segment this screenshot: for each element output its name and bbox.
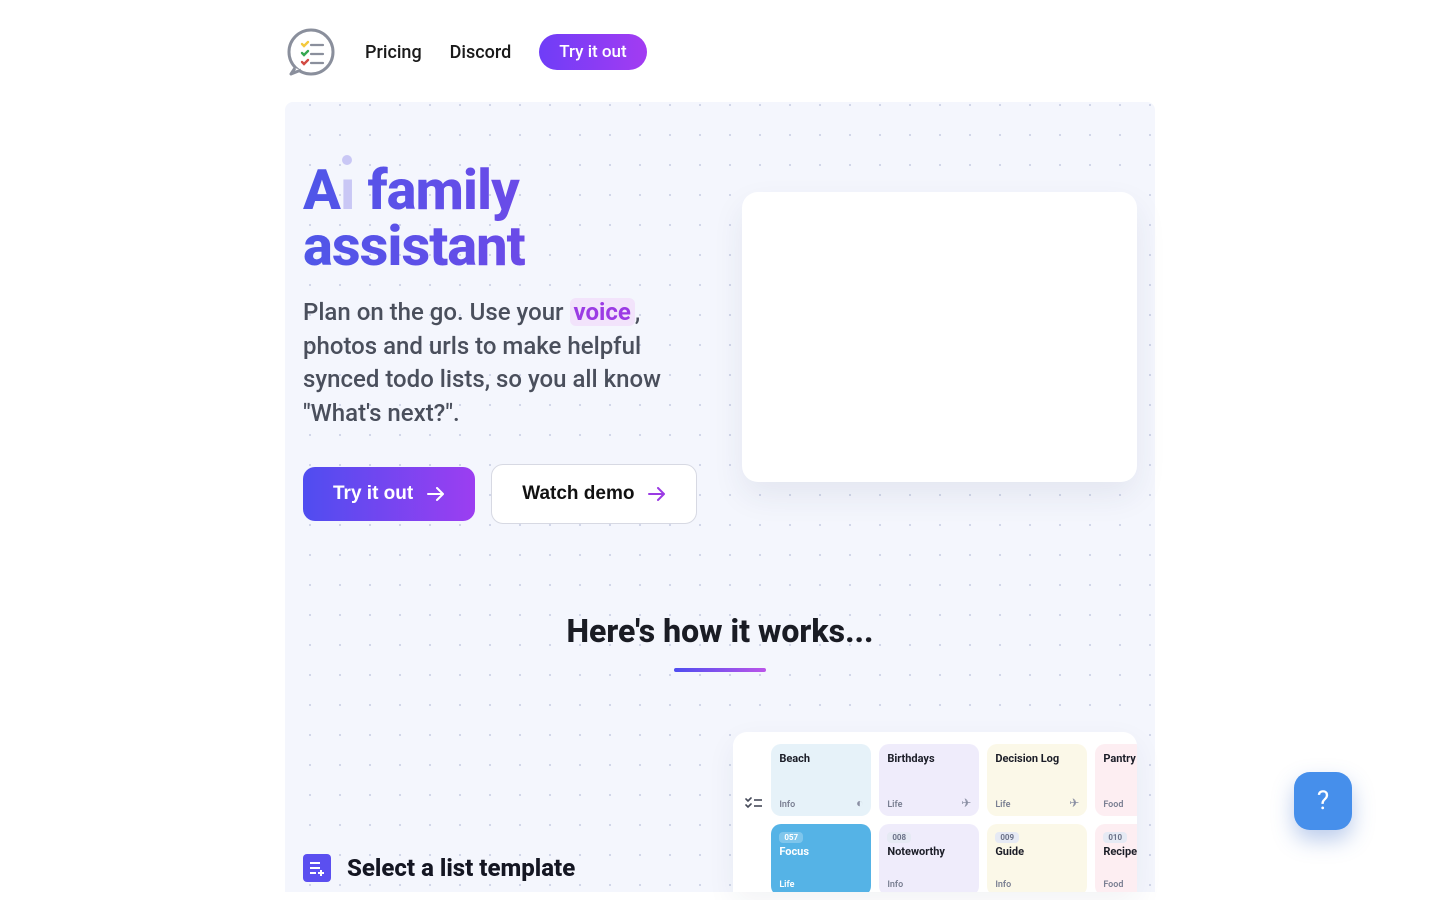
- checklist-icon: [745, 744, 763, 892]
- template-badge: 057: [779, 832, 803, 843]
- template-card[interactable]: 010 Recipe Food: [1095, 824, 1137, 892]
- nav-discord[interactable]: Discord: [450, 42, 512, 63]
- arrow-right-icon: [427, 487, 445, 501]
- hero-title-i: ı: [340, 157, 355, 223]
- template-category: Life: [887, 800, 902, 810]
- arrow-right-icon: [648, 487, 666, 501]
- template-category: Info: [779, 800, 795, 810]
- template-card[interactable]: 009 Guide Info: [987, 824, 1087, 892]
- step-1-title: Select a list template: [347, 854, 575, 882]
- watch-demo-label: Watch demo: [522, 483, 634, 505]
- template-card[interactable]: Decision Log Life ✈: [987, 744, 1087, 816]
- template-corner-icon: ✈: [961, 796, 971, 810]
- watch-demo-button[interactable]: Watch demo: [491, 464, 697, 524]
- hero-sub-before: Plan on the go. Use your: [303, 298, 570, 326]
- template-card[interactable]: 057 Focus Life: [771, 824, 871, 892]
- try-it-out-label: Try it out: [333, 483, 413, 505]
- question-icon: ?: [1317, 786, 1329, 816]
- templates-panel: Beach Info ◐ Birthdays Life ✈ Decision Log Life…: [733, 732, 1137, 892]
- template-category: Life: [779, 880, 794, 890]
- template-name: Focus: [779, 845, 863, 858]
- template-name: Beach: [779, 752, 863, 765]
- logo[interactable]: [285, 26, 337, 78]
- template-category: Life: [995, 800, 1010, 810]
- how-underline: [674, 668, 766, 672]
- hero-subtitle: Plan on the go. Use your voice, photos a…: [303, 296, 712, 430]
- template-badge: 010: [1103, 832, 1127, 843]
- hero-sub-voice: voice: [570, 298, 635, 326]
- template-corner-icon: ◐: [856, 796, 863, 810]
- template-card[interactable]: Beach Info ◐: [771, 744, 871, 816]
- template-card[interactable]: Pantry Food: [1095, 744, 1137, 816]
- nav-pricing[interactable]: Pricing: [365, 42, 422, 63]
- template-corner-icon: ✈: [1069, 796, 1079, 810]
- template-category: Info: [995, 880, 1011, 890]
- help-button[interactable]: ?: [1294, 772, 1352, 830]
- template-name: Guide: [995, 845, 1079, 858]
- template-category: Food: [1103, 800, 1123, 810]
- nav-try-button[interactable]: Try it out: [539, 34, 646, 70]
- template-name: Recipe: [1103, 845, 1137, 858]
- template-badge: 009: [995, 832, 1019, 843]
- template-name: Pantry: [1103, 752, 1137, 765]
- template-badge: 008: [887, 832, 911, 843]
- hero-title: Aı family assistant: [303, 162, 712, 274]
- template-category: Food: [1103, 880, 1123, 890]
- top-nav: Pricing Discord Try it out: [285, 0, 1155, 102]
- template-name: Noteworthy: [887, 845, 971, 858]
- template-card[interactable]: 008 Noteworthy Info: [879, 824, 979, 892]
- template-name: Decision Log: [995, 752, 1079, 765]
- list-plus-icon: [303, 854, 331, 882]
- hero-section: Aı family assistant Plan on the go. Use …: [285, 102, 1155, 892]
- template-category: Info: [887, 880, 903, 890]
- how-heading: Here's how it works...: [303, 612, 1137, 650]
- chat-list-icon: [285, 26, 337, 78]
- try-it-out-button[interactable]: Try it out: [303, 467, 475, 521]
- hero-demo-card: [742, 192, 1137, 482]
- template-name: Birthdays: [887, 752, 971, 765]
- template-card[interactable]: Birthdays Life ✈: [879, 744, 979, 816]
